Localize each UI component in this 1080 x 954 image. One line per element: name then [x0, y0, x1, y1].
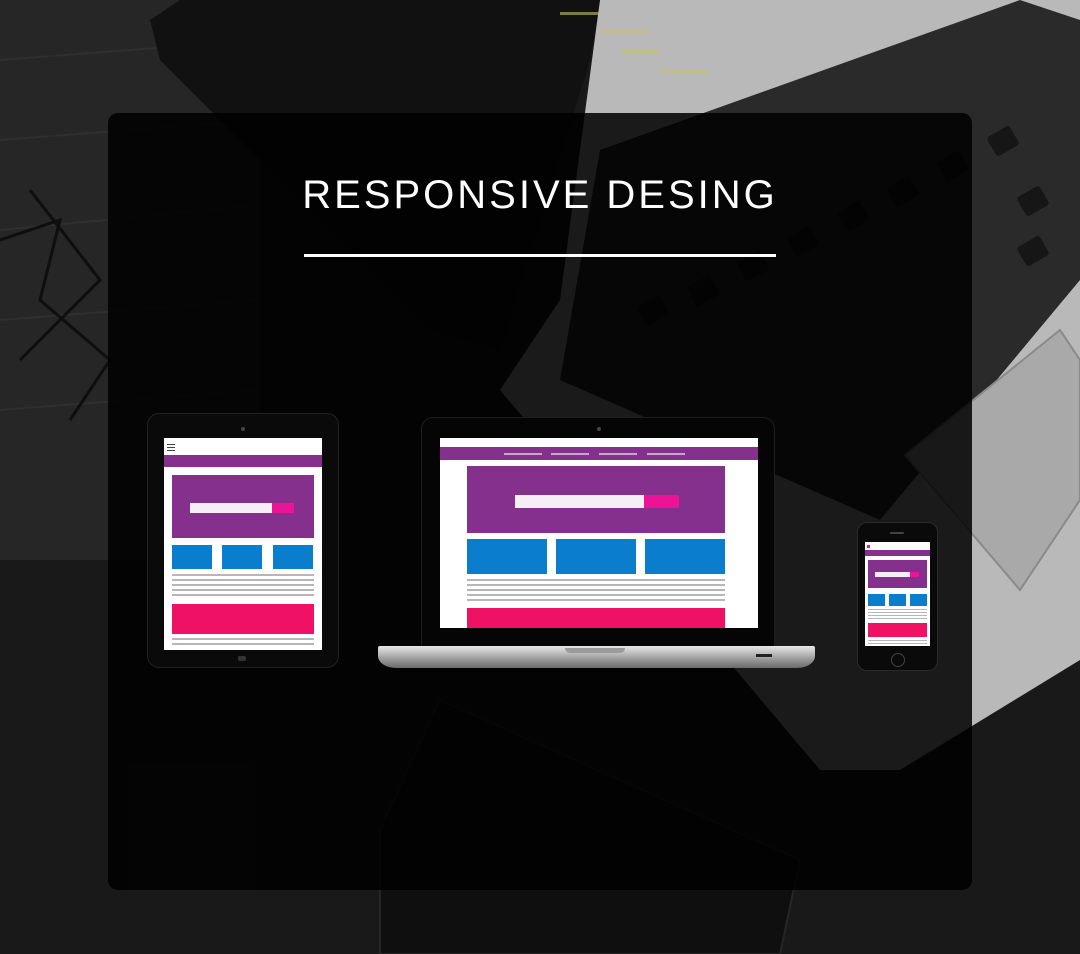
laptop-text-lines: [467, 579, 725, 603]
tablet-search-button: [272, 503, 294, 513]
page-title: RESPONSIVE DESING: [302, 173, 778, 217]
laptop-card: [467, 539, 547, 574]
laptop-notch: [565, 648, 625, 653]
tablet-card: [273, 545, 313, 569]
laptop-nav-link: [599, 453, 637, 455]
laptop-base: [378, 646, 815, 668]
phone-card: [868, 594, 885, 606]
phone-card: [910, 594, 927, 606]
phone-text-lines: [868, 609, 927, 619]
tablet-card: [222, 545, 262, 569]
tablet-footer-banner: [172, 604, 314, 634]
laptop-nav-link: [504, 453, 542, 455]
laptop-camera: [597, 427, 601, 431]
phone-search-field: [875, 572, 910, 577]
phone-card: [889, 594, 906, 606]
hamburger-menu-icon: [167, 444, 175, 451]
phone-search-button: [910, 572, 919, 577]
laptop-search-button: [644, 495, 679, 508]
tablet-home-button: [238, 656, 246, 661]
laptop-nav-link: [647, 453, 685, 455]
laptop-search-field: [515, 495, 644, 508]
laptop-screen: [440, 438, 758, 628]
tablet-text-lines: [172, 574, 314, 598]
phone-device: [857, 522, 938, 671]
laptop-footer-banner: [467, 608, 725, 628]
tablet-card: [172, 545, 212, 569]
phone-home-button: [891, 653, 905, 667]
phone-menu-dot: [867, 545, 870, 548]
phone-speaker: [890, 532, 904, 534]
phone-footer-banner: [868, 623, 927, 637]
laptop-card: [645, 539, 725, 574]
title-underline: [304, 254, 776, 257]
laptop-card: [556, 539, 636, 574]
tablet-search-field: [190, 503, 272, 513]
phone-screen: [865, 542, 930, 646]
tablet-nav-bar: [164, 455, 322, 467]
tablet-screen: [164, 438, 322, 650]
tablet-device: [147, 413, 339, 668]
laptop-device: [421, 417, 775, 647]
phone-footer-lines: [868, 640, 927, 644]
tablet-camera: [241, 427, 245, 431]
laptop-indicator: [756, 654, 772, 657]
phone-nav-bar: [865, 550, 930, 556]
laptop-nav-link: [551, 453, 589, 455]
tablet-footer-lines: [172, 638, 314, 646]
